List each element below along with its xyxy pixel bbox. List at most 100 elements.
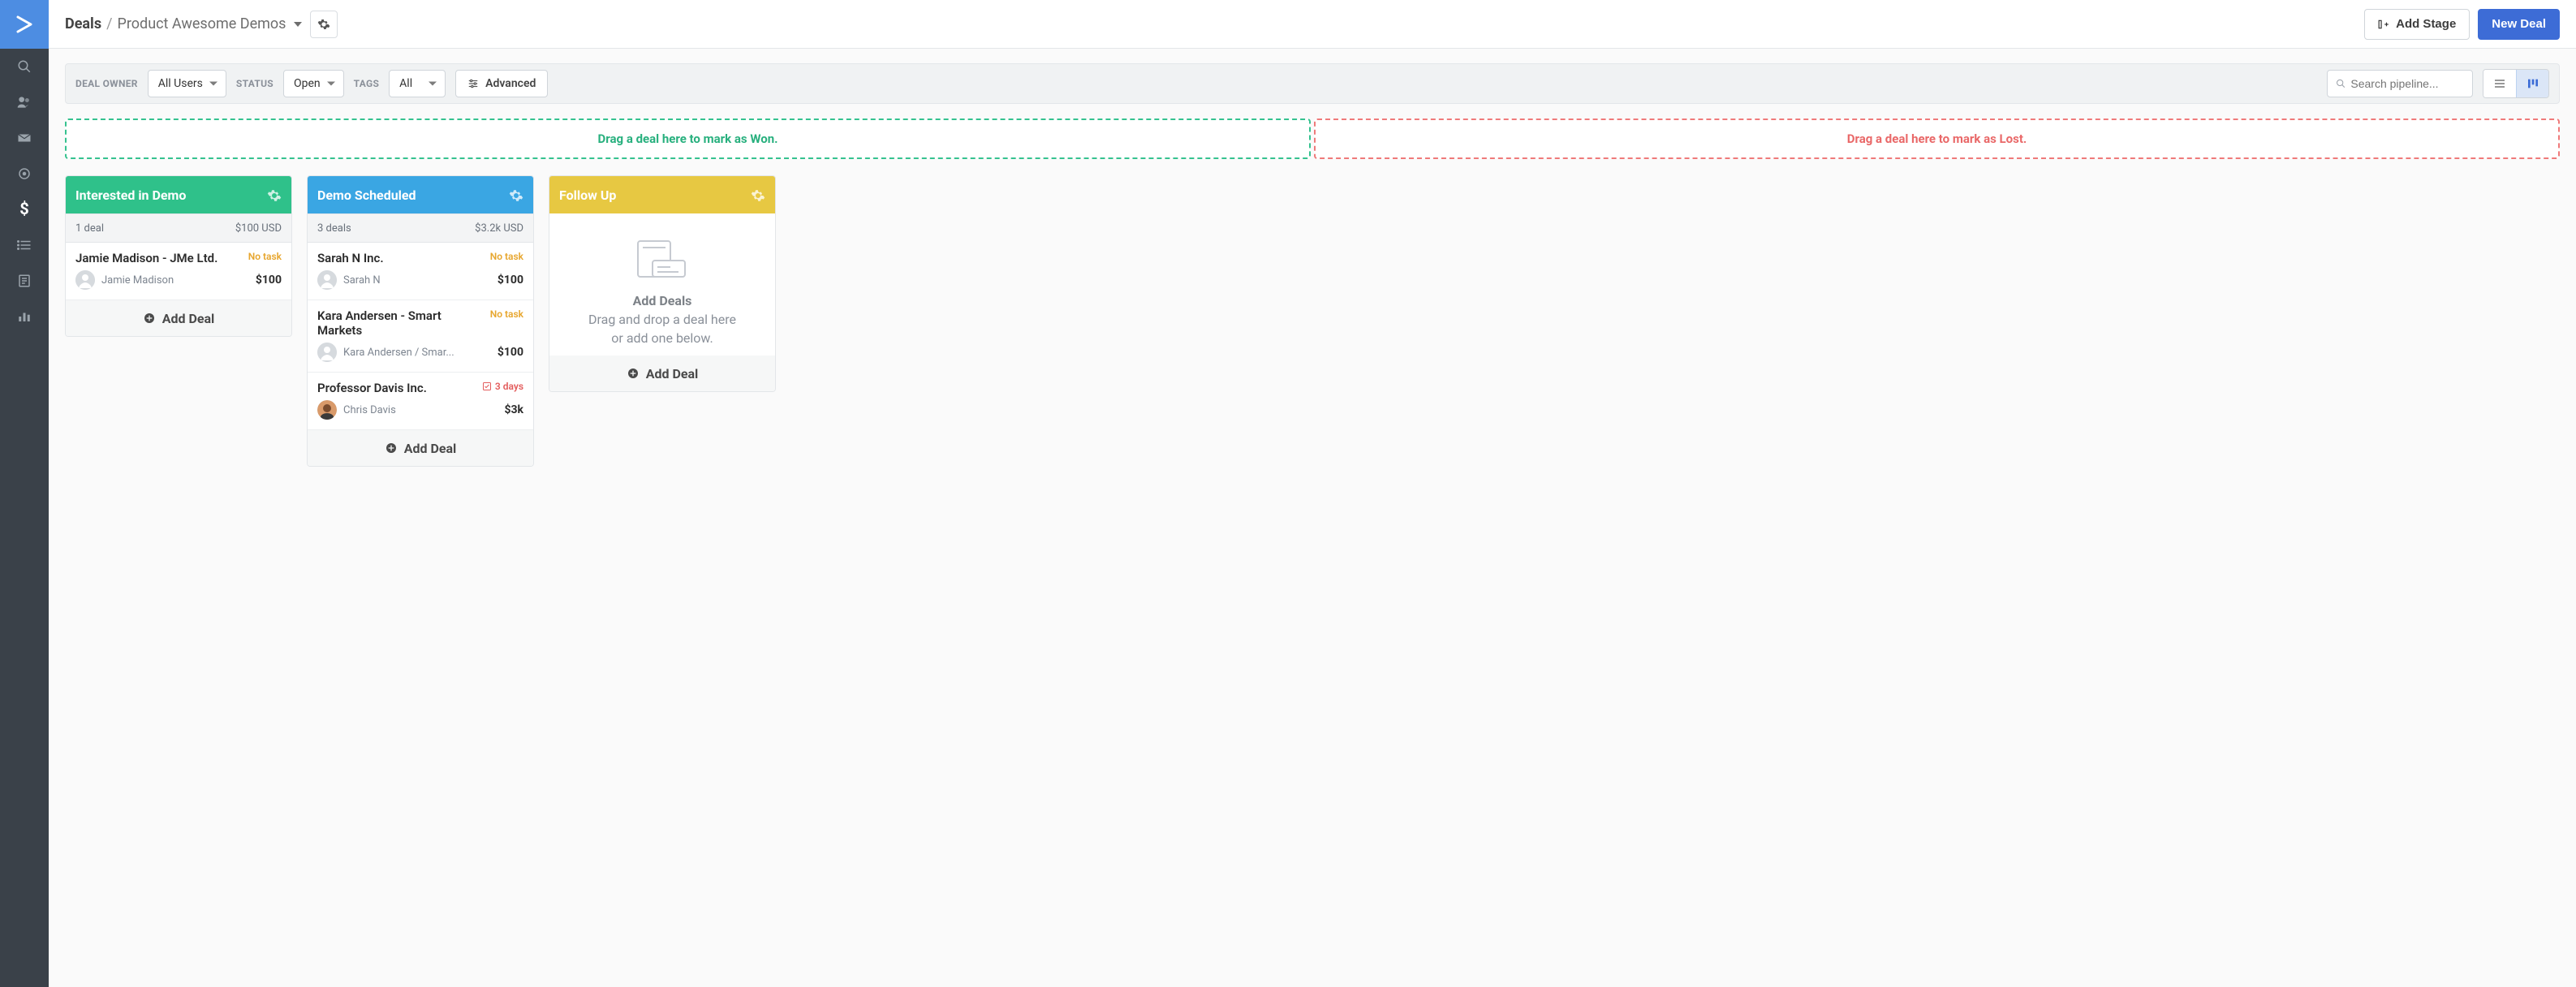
list-icon bbox=[2493, 77, 2506, 90]
stage-column: Demo Scheduled 3 deals $3.2k USD Sarah N In… bbox=[307, 175, 534, 467]
status-value: Open bbox=[294, 77, 321, 90]
tags-value: All bbox=[399, 77, 412, 90]
add-deal-button[interactable]: Add Deal bbox=[549, 356, 775, 391]
stage-header: Follow Up bbox=[549, 176, 775, 213]
empty-line: Drag and drop a deal here bbox=[588, 312, 736, 327]
won-dropzone-label: Drag a deal here to mark as Won. bbox=[598, 131, 778, 146]
add-deal-label: Add Deal bbox=[646, 366, 699, 381]
contacts-nav-icon[interactable] bbox=[0, 84, 49, 120]
stage-deal-count: 1 deal bbox=[75, 222, 104, 235]
empty-stage: Add Deals Drag and drop a deal here or add… bbox=[549, 213, 775, 356]
owner-select[interactable]: All Users bbox=[148, 70, 226, 97]
deal-task-badge: No task bbox=[490, 308, 523, 320]
add-deal-label: Add Deal bbox=[404, 441, 457, 456]
deal-task-badge: No task bbox=[490, 251, 523, 262]
deal-amount: $100 bbox=[498, 274, 523, 287]
deal-card[interactable]: Professor Davis Inc. 3 days Chris Davis $3k bbox=[308, 373, 533, 430]
stage-deal-count: 3 deals bbox=[317, 222, 351, 235]
avatar-icon bbox=[317, 270, 337, 290]
pipeline-selector[interactable]: Product Awesome Demos bbox=[118, 15, 286, 32]
reports-nav-icon[interactable] bbox=[0, 299, 49, 334]
stage-total: $100 USD bbox=[235, 222, 282, 235]
campaigns-nav-icon[interactable] bbox=[0, 120, 49, 156]
stage-total: $3.2k USD bbox=[475, 222, 523, 235]
deal-task-badge: 3 days bbox=[482, 381, 523, 392]
stage-stats: 1 deal $100 USD bbox=[66, 213, 291, 243]
stage-header: Demo Scheduled bbox=[308, 176, 533, 213]
deal-contact: Jamie Madison bbox=[75, 270, 174, 290]
deal-card[interactable]: Sarah N Inc. No task Sarah N $100 bbox=[308, 243, 533, 300]
stage-stats: 3 deals $3.2k USD bbox=[308, 213, 533, 243]
advanced-filter-button[interactable]: Advanced bbox=[455, 70, 548, 97]
deal-amount: $3k bbox=[504, 403, 523, 416]
svg-text:$: $ bbox=[19, 200, 28, 218]
search-input[interactable] bbox=[2350, 77, 2464, 90]
sidenav: $ bbox=[0, 0, 49, 987]
deal-amount: $100 bbox=[498, 346, 523, 359]
owner-label: DEAL OWNER bbox=[75, 78, 138, 89]
stage-gear-icon[interactable] bbox=[751, 187, 765, 203]
add-deal-button[interactable]: Add Deal bbox=[66, 300, 291, 336]
stage-title: Follow Up bbox=[559, 187, 616, 203]
avatar-icon bbox=[317, 400, 337, 420]
avatar-icon bbox=[317, 343, 337, 362]
lost-dropzone-label: Drag a deal here to mark as Lost. bbox=[1847, 131, 2027, 146]
empty-title: Add Deals bbox=[633, 293, 692, 308]
lost-dropzone[interactable]: Drag a deal here to mark as Lost. bbox=[1314, 119, 2560, 159]
deal-title: Jamie Madison - JMe Ltd. bbox=[75, 251, 218, 265]
topbar: Deals / Product Awesome Demos Add Stage … bbox=[49, 0, 2576, 49]
stage-gear-icon[interactable] bbox=[267, 187, 282, 203]
add-deal-label: Add Deal bbox=[162, 311, 215, 326]
pipeline-name: Product Awesome Demos bbox=[118, 15, 286, 32]
tags-select[interactable]: All bbox=[389, 70, 446, 97]
sliders-icon bbox=[467, 78, 479, 89]
search-icon bbox=[2336, 78, 2346, 89]
stage-gear-icon[interactable] bbox=[509, 187, 523, 203]
won-dropzone[interactable]: Drag a deal here to mark as Won. bbox=[65, 119, 1311, 159]
forms-nav-icon[interactable] bbox=[0, 263, 49, 299]
lists-nav-icon[interactable] bbox=[0, 227, 49, 263]
chevron-down-icon[interactable] bbox=[294, 22, 302, 27]
owner-value: All Users bbox=[158, 77, 203, 90]
add-stage-label: Add Stage bbox=[2396, 17, 2456, 31]
deal-card[interactable]: Jamie Madison - JMe Ltd.No taskJamie Mad… bbox=[66, 243, 291, 300]
deal-title: Professor Davis Inc. bbox=[317, 381, 427, 395]
tags-label: TAGS bbox=[354, 78, 380, 89]
stage-header: Interested in Demo bbox=[66, 176, 291, 213]
status-select[interactable]: Open bbox=[283, 70, 344, 97]
deal-title: Kara Andersen - Smart Markets bbox=[317, 308, 485, 338]
stage-title: Interested in Demo bbox=[75, 187, 186, 203]
pipeline-board: Interested in Demo 1 deal $100 USD Jamie Ma… bbox=[49, 159, 2576, 483]
list-view-button[interactable] bbox=[2483, 70, 2516, 97]
add-stage-button[interactable]: Add Stage bbox=[2364, 9, 2470, 40]
breadcrumb: Deals / Product Awesome Demos bbox=[65, 15, 302, 32]
empty-line: or add one below. bbox=[611, 330, 713, 346]
avatar-icon bbox=[75, 270, 95, 290]
kanban-icon bbox=[2526, 77, 2539, 90]
deal-contact: Kara Andersen / Smar... bbox=[317, 343, 454, 362]
search-pipeline[interactable] bbox=[2327, 70, 2473, 97]
new-deal-button[interactable]: New Deal bbox=[2478, 9, 2560, 40]
deal-contact: Chris Davis bbox=[317, 400, 396, 420]
deal-card[interactable]: Kara Andersen - Smart Markets No task Kara… bbox=[308, 300, 533, 373]
deals-nav-icon[interactable]: $ bbox=[0, 192, 49, 227]
breadcrumb-root[interactable]: Deals bbox=[65, 15, 101, 32]
search-nav-icon[interactable] bbox=[0, 49, 49, 84]
advanced-label: Advanced bbox=[485, 77, 536, 90]
view-toggle bbox=[2483, 69, 2549, 98]
automations-nav-icon[interactable] bbox=[0, 156, 49, 192]
deal-title: Sarah N Inc. bbox=[317, 251, 384, 265]
deal-amount: $100 bbox=[256, 274, 282, 287]
filterbar: DEAL OWNER All Users STATUS Open TAGS Al… bbox=[65, 63, 2560, 104]
stage-column: Interested in Demo 1 deal $100 USD Jamie Ma… bbox=[65, 175, 292, 337]
new-deal-label: New Deal bbox=[2492, 17, 2546, 31]
add-deal-button[interactable]: Add Deal bbox=[308, 430, 533, 466]
add-stage-icon bbox=[2378, 19, 2389, 30]
stage-column: Follow Up Add Deals Drag and drop a deal h… bbox=[549, 175, 776, 392]
deal-contact: Sarah N bbox=[317, 270, 381, 290]
empty-illustration-icon bbox=[630, 236, 695, 285]
pipeline-settings-button[interactable] bbox=[310, 11, 338, 38]
breadcrumb-separator: / bbox=[106, 15, 112, 32]
board-view-button[interactable] bbox=[2516, 70, 2548, 97]
app-logo-icon[interactable] bbox=[0, 0, 49, 49]
